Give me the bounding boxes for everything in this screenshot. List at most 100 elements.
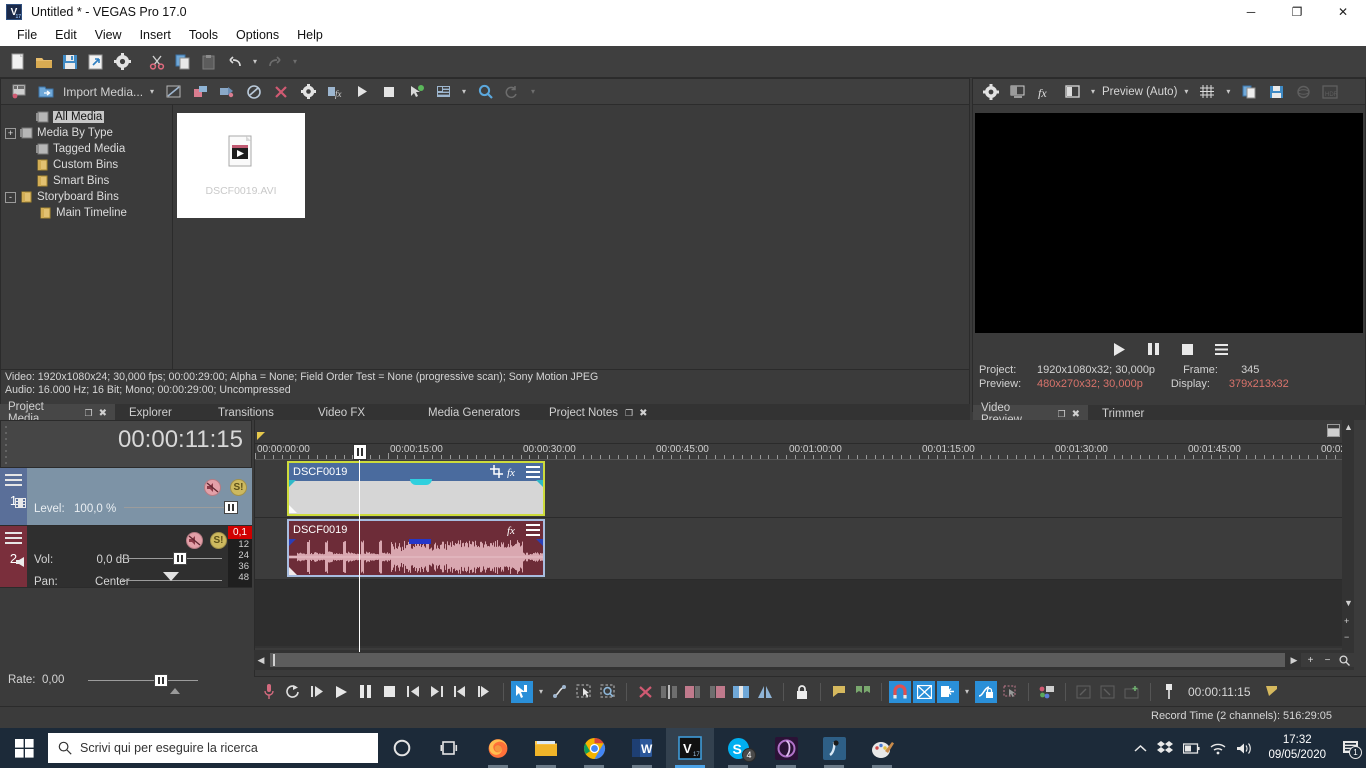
tree-expander-plus[interactable]: + [5,127,16,139]
pan-slider-knob[interactable] [163,572,179,581]
timeline-vertical-scrollbar[interactable]: ▲ ▼ + − [1342,420,1354,650]
pan-crop-icon[interactable] [490,465,503,478]
paint-icon[interactable] [858,728,906,768]
event-handle-left[interactable] [289,480,296,487]
video-output-fx-icon[interactable] [979,80,1003,104]
volume-icon[interactable] [1236,742,1252,755]
rate-slider-knob[interactable] [154,674,168,687]
level-slider-knob[interactable] [224,501,238,514]
save-snapshot-icon[interactable] [1264,80,1288,104]
preview-quality-caret[interactable]: ▾ [1180,87,1192,96]
import-media-icon[interactable] [34,80,58,104]
event-menu-icon[interactable] [526,523,540,536]
save-project-icon[interactable] [58,50,82,74]
scroll-right-arrow[interactable]: ▶ [1287,655,1301,666]
media-options-icon[interactable] [296,80,320,104]
media-fx-icon[interactable]: fx [323,80,347,104]
track-number-panel-1[interactable]: 1 [0,468,27,525]
cut-icon[interactable] [145,50,169,74]
search-media-icon[interactable] [473,80,497,104]
trim-start-icon[interactable] [682,681,704,703]
play-icon[interactable] [350,80,374,104]
next-frame-icon[interactable] [474,681,496,703]
tree-item-all-media[interactable]: All Media [1,109,172,125]
paste-icon[interactable] [197,50,221,74]
acid-icon[interactable] [810,728,858,768]
solo-icon[interactable]: S! [230,479,247,496]
extract-audio-icon[interactable] [215,80,239,104]
views-dropdown-caret[interactable]: ▾ [458,87,470,96]
battery-icon[interactable] [1183,742,1201,754]
trim-end-icon[interactable] [706,681,728,703]
event-handle-right[interactable] [536,539,543,546]
menu-item-help[interactable]: Help [288,26,332,44]
video-event[interactable]: DSCF0019 fx [287,461,545,516]
ripple-dropdown-caret[interactable]: ▾ [961,687,973,696]
copy-snapshot-icon[interactable] [1237,80,1261,104]
scopes-icon[interactable] [1291,80,1315,104]
tree-item-smart-bins[interactable]: Smart Bins [1,173,172,189]
tree-item-main-timeline[interactable]: Main Timeline [1,205,172,221]
insert-marker-icon[interactable] [828,681,850,703]
windows-start-icon[interactable] [0,728,48,768]
close-icon[interactable]: ✖ [99,408,107,419]
enable-bus-track-icon[interactable] [1073,681,1095,703]
lock-envelopes2-icon[interactable] [975,680,997,703]
menu-item-options[interactable]: Options [227,26,288,44]
auto-ripple-icon[interactable] [937,680,959,703]
search-input[interactable]: Scrivi qui per eseguire la ricerca [48,733,378,763]
event-fx-icon[interactable]: fx [507,523,522,536]
get-photo-icon[interactable] [188,80,212,104]
add-bus-icon[interactable] [1121,681,1143,703]
end-marker-icon[interactable] [1261,681,1283,703]
volume-slider-track[interactable] [122,558,222,559]
redo-dropdown-caret[interactable]: ▾ [289,57,301,66]
audio-meter[interactable]: 0,1 12 24 36 48 [228,526,252,587]
stop-icon[interactable] [378,681,400,703]
media-thumbnail-list[interactable]: DSCF0019.AVI [173,105,969,369]
cursor-position-value[interactable]: 00:00:11:15 [1188,685,1251,699]
rate-slider-track[interactable] [88,680,198,681]
timecode-display[interactable]: 00:00:11:15 [0,420,252,468]
marker-bar[interactable] [255,420,1354,444]
event-velocity-handle[interactable] [409,539,431,544]
refresh-icon[interactable] [500,80,524,104]
float-icon[interactable]: ❐ [1058,409,1066,420]
go-to-end-icon[interactable] [426,681,448,703]
event-handle-right[interactable] [536,480,543,487]
media-properties-icon[interactable] [242,80,266,104]
overlay-icon[interactable] [1060,80,1084,104]
wifi-icon[interactable] [1210,742,1226,755]
crossfade-icon[interactable] [730,681,752,703]
track-menu-icon[interactable] [5,474,22,486]
menu-item-view[interactable]: View [86,26,131,44]
tree-item-storyboard-bins[interactable]: - Storyboard Bins [1,189,172,205]
fade-in-handle[interactable] [289,567,297,575]
import-dropdown-caret[interactable]: ▾ [146,87,158,96]
undo-icon[interactable] [223,50,247,74]
timeline-cursor-head[interactable] [353,444,367,460]
split-icon[interactable] [658,681,680,703]
event-fx-icon[interactable]: fx [507,465,522,478]
timeline-ruler[interactable]: 00:00:00:00 00:00:15:00 00:00:30:00 00:0… [255,444,1354,460]
menu-item-edit[interactable]: Edit [46,26,86,44]
project-properties-icon[interactable] [84,50,108,74]
selection-edit-tool-icon[interactable] [573,681,595,703]
remove-media-icon[interactable] [269,80,293,104]
fx-icon[interactable]: fx [1033,80,1057,104]
zoom-edit-tool-icon[interactable] [597,681,619,703]
float-icon[interactable]: ❐ [85,408,93,419]
menu-item-tools[interactable]: Tools [180,26,227,44]
track-height-decrease[interactable]: − [1344,632,1349,642]
loop-playback-icon[interactable] [282,681,304,703]
pause-icon[interactable] [354,681,376,703]
event-menu-icon[interactable] [526,465,540,478]
close-button[interactable]: ✕ [1320,0,1366,24]
float-icon[interactable]: ❐ [625,408,633,419]
zoom-tool-icon[interactable] [1337,653,1352,667]
preview-screen[interactable] [975,113,1363,333]
zoom-out-button[interactable]: − [1320,653,1335,667]
chrome-icon[interactable] [570,728,618,768]
insert-region-icon[interactable] [852,681,874,703]
envelope-edit-tool-icon[interactable] [549,681,571,703]
